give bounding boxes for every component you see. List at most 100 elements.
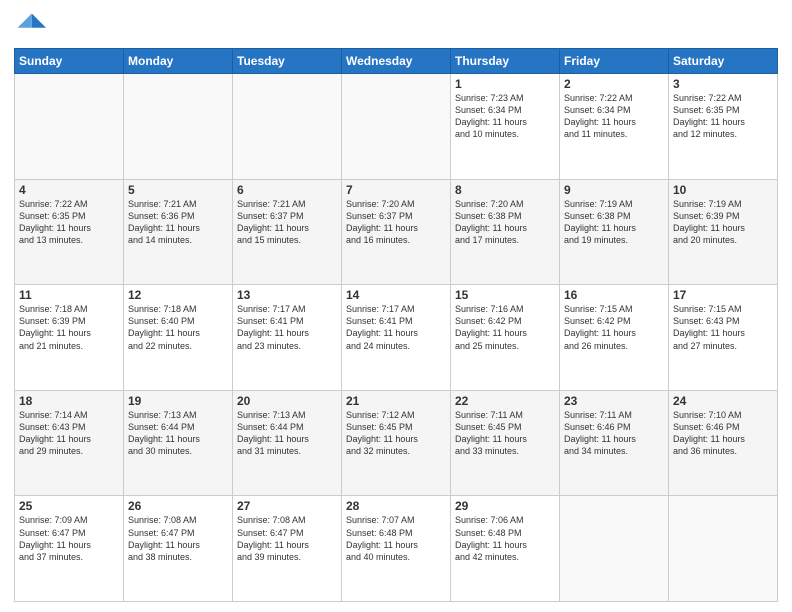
day-number: 10 (673, 183, 773, 197)
calendar-day-cell (233, 74, 342, 180)
day-of-week-header: Monday (124, 49, 233, 74)
day-info: Sunrise: 7:18 AM Sunset: 6:40 PM Dayligh… (128, 303, 228, 352)
day-of-week-header: Wednesday (342, 49, 451, 74)
day-number: 27 (237, 499, 337, 513)
day-info: Sunrise: 7:07 AM Sunset: 6:48 PM Dayligh… (346, 514, 446, 563)
day-number: 25 (19, 499, 119, 513)
day-info: Sunrise: 7:13 AM Sunset: 6:44 PM Dayligh… (128, 409, 228, 458)
day-number: 18 (19, 394, 119, 408)
day-number: 16 (564, 288, 664, 302)
day-info: Sunrise: 7:20 AM Sunset: 6:37 PM Dayligh… (346, 198, 446, 247)
calendar-day-cell: 11Sunrise: 7:18 AM Sunset: 6:39 PM Dayli… (15, 285, 124, 391)
calendar-week-row: 18Sunrise: 7:14 AM Sunset: 6:43 PM Dayli… (15, 390, 778, 496)
day-number: 7 (346, 183, 446, 197)
calendar-header-row: SundayMondayTuesdayWednesdayThursdayFrid… (15, 49, 778, 74)
day-number: 4 (19, 183, 119, 197)
day-of-week-header: Friday (560, 49, 669, 74)
day-info: Sunrise: 7:09 AM Sunset: 6:47 PM Dayligh… (19, 514, 119, 563)
calendar-day-cell: 27Sunrise: 7:08 AM Sunset: 6:47 PM Dayli… (233, 496, 342, 602)
day-number: 20 (237, 394, 337, 408)
day-info: Sunrise: 7:14 AM Sunset: 6:43 PM Dayligh… (19, 409, 119, 458)
day-number: 14 (346, 288, 446, 302)
calendar-day-cell: 5Sunrise: 7:21 AM Sunset: 6:36 PM Daylig… (124, 179, 233, 285)
calendar-day-cell: 19Sunrise: 7:13 AM Sunset: 6:44 PM Dayli… (124, 390, 233, 496)
day-info: Sunrise: 7:17 AM Sunset: 6:41 PM Dayligh… (346, 303, 446, 352)
calendar-day-cell: 10Sunrise: 7:19 AM Sunset: 6:39 PM Dayli… (669, 179, 778, 285)
day-info: Sunrise: 7:19 AM Sunset: 6:38 PM Dayligh… (564, 198, 664, 247)
calendar-day-cell: 15Sunrise: 7:16 AM Sunset: 6:42 PM Dayli… (451, 285, 560, 391)
calendar-week-row: 1Sunrise: 7:23 AM Sunset: 6:34 PM Daylig… (15, 74, 778, 180)
calendar-day-cell: 25Sunrise: 7:09 AM Sunset: 6:47 PM Dayli… (15, 496, 124, 602)
day-info: Sunrise: 7:12 AM Sunset: 6:45 PM Dayligh… (346, 409, 446, 458)
calendar-day-cell: 17Sunrise: 7:15 AM Sunset: 6:43 PM Dayli… (669, 285, 778, 391)
day-number: 13 (237, 288, 337, 302)
calendar-day-cell (124, 74, 233, 180)
day-info: Sunrise: 7:06 AM Sunset: 6:48 PM Dayligh… (455, 514, 555, 563)
day-info: Sunrise: 7:21 AM Sunset: 6:36 PM Dayligh… (128, 198, 228, 247)
calendar-day-cell (669, 496, 778, 602)
day-info: Sunrise: 7:08 AM Sunset: 6:47 PM Dayligh… (237, 514, 337, 563)
day-number: 29 (455, 499, 555, 513)
day-number: 17 (673, 288, 773, 302)
header (14, 10, 778, 42)
day-info: Sunrise: 7:11 AM Sunset: 6:45 PM Dayligh… (455, 409, 555, 458)
calendar-table: SundayMondayTuesdayWednesdayThursdayFrid… (14, 48, 778, 602)
day-info: Sunrise: 7:16 AM Sunset: 6:42 PM Dayligh… (455, 303, 555, 352)
day-info: Sunrise: 7:21 AM Sunset: 6:37 PM Dayligh… (237, 198, 337, 247)
logo-icon (14, 10, 46, 42)
calendar-day-cell: 3Sunrise: 7:22 AM Sunset: 6:35 PM Daylig… (669, 74, 778, 180)
calendar-day-cell: 16Sunrise: 7:15 AM Sunset: 6:42 PM Dayli… (560, 285, 669, 391)
day-number: 1 (455, 77, 555, 91)
day-number: 12 (128, 288, 228, 302)
calendar-day-cell: 14Sunrise: 7:17 AM Sunset: 6:41 PM Dayli… (342, 285, 451, 391)
day-number: 9 (564, 183, 664, 197)
day-info: Sunrise: 7:23 AM Sunset: 6:34 PM Dayligh… (455, 92, 555, 141)
day-number: 5 (128, 183, 228, 197)
calendar-day-cell (560, 496, 669, 602)
day-info: Sunrise: 7:19 AM Sunset: 6:39 PM Dayligh… (673, 198, 773, 247)
day-number: 3 (673, 77, 773, 91)
day-info: Sunrise: 7:15 AM Sunset: 6:42 PM Dayligh… (564, 303, 664, 352)
day-of-week-header: Thursday (451, 49, 560, 74)
calendar-day-cell (15, 74, 124, 180)
calendar-week-row: 25Sunrise: 7:09 AM Sunset: 6:47 PM Dayli… (15, 496, 778, 602)
calendar-day-cell: 2Sunrise: 7:22 AM Sunset: 6:34 PM Daylig… (560, 74, 669, 180)
day-of-week-header: Sunday (15, 49, 124, 74)
day-of-week-header: Saturday (669, 49, 778, 74)
calendar-day-cell: 4Sunrise: 7:22 AM Sunset: 6:35 PM Daylig… (15, 179, 124, 285)
calendar-day-cell: 9Sunrise: 7:19 AM Sunset: 6:38 PM Daylig… (560, 179, 669, 285)
calendar-day-cell: 7Sunrise: 7:20 AM Sunset: 6:37 PM Daylig… (342, 179, 451, 285)
calendar-day-cell: 21Sunrise: 7:12 AM Sunset: 6:45 PM Dayli… (342, 390, 451, 496)
day-info: Sunrise: 7:08 AM Sunset: 6:47 PM Dayligh… (128, 514, 228, 563)
day-info: Sunrise: 7:11 AM Sunset: 6:46 PM Dayligh… (564, 409, 664, 458)
day-number: 8 (455, 183, 555, 197)
day-info: Sunrise: 7:15 AM Sunset: 6:43 PM Dayligh… (673, 303, 773, 352)
day-number: 21 (346, 394, 446, 408)
calendar-day-cell: 28Sunrise: 7:07 AM Sunset: 6:48 PM Dayli… (342, 496, 451, 602)
day-info: Sunrise: 7:20 AM Sunset: 6:38 PM Dayligh… (455, 198, 555, 247)
page: SundayMondayTuesdayWednesdayThursdayFrid… (0, 0, 792, 612)
calendar-day-cell: 13Sunrise: 7:17 AM Sunset: 6:41 PM Dayli… (233, 285, 342, 391)
calendar-day-cell: 29Sunrise: 7:06 AM Sunset: 6:48 PM Dayli… (451, 496, 560, 602)
day-number: 15 (455, 288, 555, 302)
day-number: 19 (128, 394, 228, 408)
day-number: 6 (237, 183, 337, 197)
day-info: Sunrise: 7:22 AM Sunset: 6:34 PM Dayligh… (564, 92, 664, 141)
calendar-day-cell: 26Sunrise: 7:08 AM Sunset: 6:47 PM Dayli… (124, 496, 233, 602)
day-info: Sunrise: 7:10 AM Sunset: 6:46 PM Dayligh… (673, 409, 773, 458)
day-info: Sunrise: 7:13 AM Sunset: 6:44 PM Dayligh… (237, 409, 337, 458)
calendar-day-cell: 6Sunrise: 7:21 AM Sunset: 6:37 PM Daylig… (233, 179, 342, 285)
calendar-day-cell: 20Sunrise: 7:13 AM Sunset: 6:44 PM Dayli… (233, 390, 342, 496)
day-number: 11 (19, 288, 119, 302)
day-number: 26 (128, 499, 228, 513)
calendar-day-cell: 24Sunrise: 7:10 AM Sunset: 6:46 PM Dayli… (669, 390, 778, 496)
day-number: 23 (564, 394, 664, 408)
calendar-week-row: 11Sunrise: 7:18 AM Sunset: 6:39 PM Dayli… (15, 285, 778, 391)
day-number: 28 (346, 499, 446, 513)
calendar-week-row: 4Sunrise: 7:22 AM Sunset: 6:35 PM Daylig… (15, 179, 778, 285)
day-info: Sunrise: 7:22 AM Sunset: 6:35 PM Dayligh… (673, 92, 773, 141)
day-of-week-header: Tuesday (233, 49, 342, 74)
calendar-day-cell (342, 74, 451, 180)
logo (14, 10, 50, 42)
day-info: Sunrise: 7:17 AM Sunset: 6:41 PM Dayligh… (237, 303, 337, 352)
